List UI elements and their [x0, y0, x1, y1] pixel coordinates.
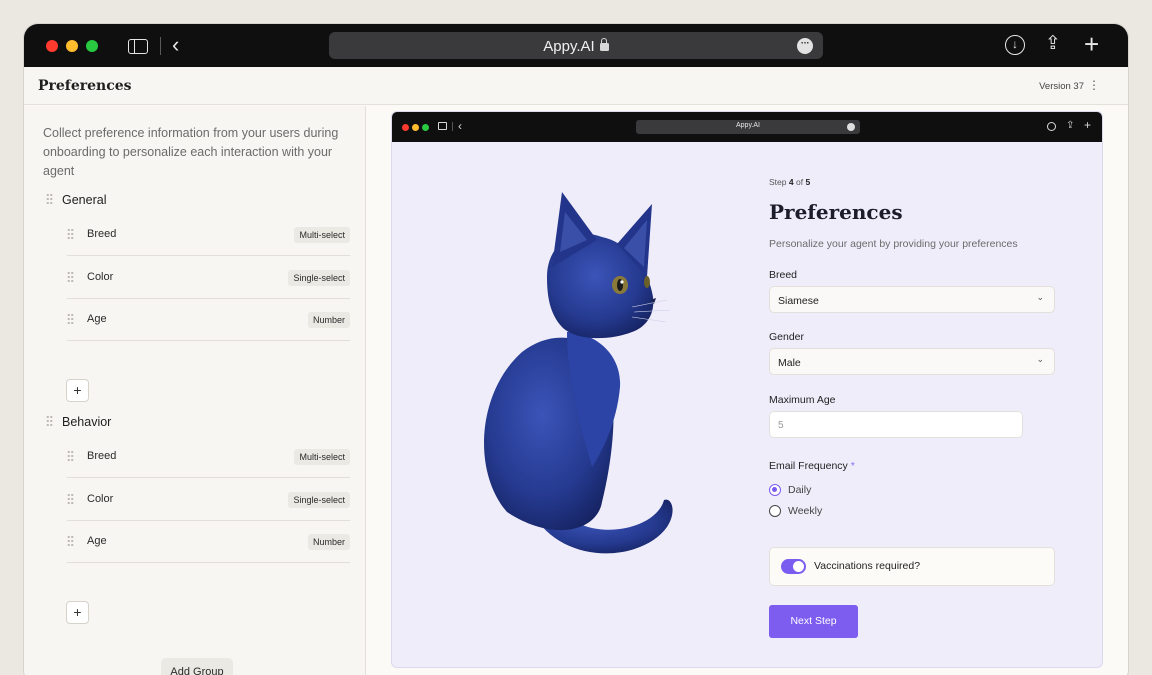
page-title: Preferences: [38, 78, 132, 94]
address-bar[interactable]: Appy.AI ···: [329, 32, 823, 59]
drag-handle-icon[interactable]: [67, 271, 74, 283]
step-of: of: [795, 177, 804, 187]
radio-daily-label[interactable]: Daily: [788, 484, 811, 496]
download-icon[interactable]: ↓: [1005, 35, 1025, 55]
field-type-badge: Number: [307, 534, 350, 550]
step-prefix: Step: [769, 177, 787, 187]
field-row[interactable]: Age Number: [67, 521, 350, 563]
preview-more-icon: [847, 123, 855, 131]
app-header: Preferences Version 37 ⋮: [24, 67, 1128, 105]
add-field-button[interactable]: +: [66, 379, 89, 402]
gender-label: Gender: [769, 331, 805, 343]
preview-minimize-dot: [412, 124, 419, 131]
new-tab-icon[interactable]: +: [1084, 30, 1099, 58]
preview-download-icon: [1047, 122, 1056, 131]
group-name: General: [62, 193, 107, 207]
field-row[interactable]: Color Single-select: [67, 257, 350, 299]
back-icon[interactable]: ‹: [172, 33, 179, 57]
drag-handle-icon[interactable]: [67, 493, 74, 505]
radio-daily[interactable]: [769, 484, 781, 496]
max-age-placeholder: 5: [778, 420, 784, 431]
field-type-badge: Single-select: [288, 492, 350, 508]
field-row[interactable]: Color Single-select: [67, 479, 350, 521]
vaccinations-toggle-row: Vaccinations required?: [769, 547, 1055, 586]
preview-share-icon: ⇪: [1066, 120, 1075, 131]
field-type-badge: Number: [307, 312, 350, 328]
lock-icon: [599, 38, 609, 51]
field-row[interactable]: Age Number: [67, 299, 350, 341]
drag-handle-icon[interactable]: [46, 193, 53, 205]
field-name: Color: [87, 493, 114, 505]
max-age-input[interactable]: 5: [769, 411, 1023, 438]
form-title: Preferences: [769, 200, 903, 224]
close-window-button[interactable]: [46, 40, 58, 52]
toolbar-divider: [160, 37, 161, 55]
step-total: 5: [805, 177, 811, 187]
drag-handle-icon[interactable]: [67, 313, 74, 325]
field-type-badge: Multi-select: [294, 227, 350, 243]
gender-select[interactable]: Male ⌄: [769, 348, 1055, 375]
breed-select[interactable]: Siamese ⌄: [769, 286, 1055, 313]
radio-weekly-label[interactable]: Weekly: [788, 505, 822, 517]
preview-titlebar: ‹ Appy.AI ⇪ +: [392, 112, 1102, 142]
preview-address-bar: Appy.AI: [636, 120, 860, 134]
field-type-badge: Multi-select: [294, 449, 350, 465]
group-name: Behavior: [62, 415, 112, 429]
preview-sidebar-icon: [438, 122, 447, 130]
maximize-window-button[interactable]: [86, 40, 98, 52]
gender-value: Male: [778, 357, 801, 369]
browser-window: ‹ Appy.AI ··· ↓ ⇪ + Preferences Version …: [24, 24, 1128, 675]
onboarding-form: Step 4 of 5 Preferences Personalize your…: [769, 142, 1089, 667]
field-name: Age: [87, 535, 107, 547]
url-text: Appy.AI: [543, 38, 595, 55]
field-name: Breed: [87, 450, 117, 462]
max-age-label: Maximum Age: [769, 394, 836, 406]
drag-handle-icon[interactable]: [67, 450, 74, 462]
group-behavior-header[interactable]: Behavior: [46, 414, 111, 429]
preview-url: Appy.AI: [736, 122, 760, 129]
step-indicator: Step 4 of 5: [769, 177, 810, 187]
field-name: Color: [87, 271, 114, 283]
kebab-menu-icon[interactable]: ⋮: [1088, 78, 1100, 92]
drag-handle-icon[interactable]: [67, 535, 74, 547]
intro-text: Collect preference information from your…: [43, 126, 339, 178]
radio-weekly[interactable]: [769, 505, 781, 517]
browser-titlebar: ‹ Appy.AI ··· ↓ ⇪ +: [24, 24, 1128, 67]
step-current: 4: [788, 177, 794, 187]
chevron-down-icon: ⌄: [1036, 354, 1044, 364]
minimize-window-button[interactable]: [66, 40, 78, 52]
preview-plus-icon: +: [1084, 118, 1092, 132]
add-field-button[interactable]: +: [66, 601, 89, 624]
field-row[interactable]: Breed Multi-select: [67, 436, 350, 478]
vaccinations-toggle[interactable]: [781, 559, 806, 574]
field-name: Age: [87, 313, 107, 325]
form-subtitle: Personalize your agent by providing your…: [769, 238, 1018, 250]
share-icon[interactable]: ⇪: [1045, 33, 1061, 55]
preview-maximize-dot: [422, 124, 429, 131]
field-row[interactable]: Breed Multi-select: [67, 214, 350, 256]
sidebar-toggle-icon[interactable]: [128, 39, 148, 54]
drag-handle-icon[interactable]: [46, 415, 53, 427]
chevron-down-icon: ⌄: [1036, 292, 1044, 302]
email-frequency-label: Email Frequency *: [769, 460, 855, 472]
next-step-button[interactable]: Next Step: [769, 605, 858, 638]
drag-handle-icon[interactable]: [67, 228, 74, 240]
preferences-builder-panel: Collect preference information from your…: [24, 106, 366, 675]
field-name: Breed: [87, 228, 117, 240]
email-frequency-label-text: Email Frequency: [769, 460, 848, 472]
add-group-button[interactable]: Add Group: [161, 658, 233, 675]
breed-label: Breed: [769, 269, 798, 281]
preview-back-icon: ‹: [458, 119, 462, 133]
breed-value: Siamese: [778, 295, 819, 307]
preview-close-dot: [402, 124, 409, 131]
vaccinations-label: Vaccinations required?: [814, 560, 921, 572]
preview-divider: [452, 122, 453, 131]
kitten-illustration: [484, 192, 673, 554]
group-general-header[interactable]: General: [46, 192, 106, 207]
version-label[interactable]: Version 37: [1039, 81, 1084, 92]
preview-frame: ‹ Appy.AI ⇪ + Step 4 of 5 Preferences Pe…: [391, 111, 1103, 668]
field-type-badge: Single-select: [288, 270, 350, 286]
more-options-icon[interactable]: ···: [797, 38, 813, 54]
required-marker: *: [850, 460, 855, 472]
